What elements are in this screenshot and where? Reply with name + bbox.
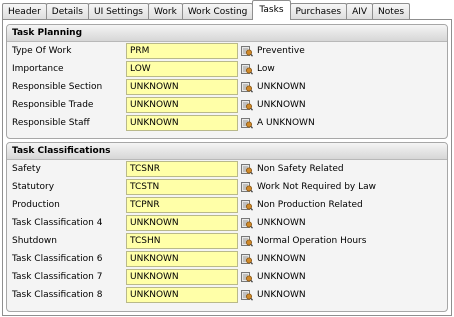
responsible-trade-label: Responsible Trade: [12, 100, 94, 110]
responsible-staff-field[interactable]: UNKNOWN: [126, 115, 238, 131]
lookup-icon[interactable]: [241, 289, 253, 301]
lookup-icon[interactable]: [241, 235, 253, 247]
task-classification-8-field[interactable]: UNKNOWN: [126, 287, 238, 303]
task-classification-6-description: UNKNOWN: [257, 254, 306, 264]
tab-work-costing[interactable]: Work Costing: [181, 3, 254, 20]
tab-tasks[interactable]: Tasks: [252, 0, 291, 20]
production-description: Non Production Related: [257, 200, 363, 210]
statutory-label: Statutory: [12, 182, 55, 192]
safety-field[interactable]: TCSNR: [126, 161, 238, 177]
form-row-responsible-section: Responsible Section UNKNOWN UNKNOWN: [7, 79, 447, 95]
lookup-icon[interactable]: [241, 163, 253, 175]
form-row-responsible-staff: Responsible Staff UNKNOWN A UNKNOWN: [7, 115, 447, 131]
responsible-section-description: UNKNOWN: [257, 82, 306, 92]
form-row-safety: Safety TCSNR Non Safety Related: [7, 161, 447, 177]
lookup-icon[interactable]: [241, 117, 253, 129]
safety-description: Non Safety Related: [257, 164, 344, 174]
task-classification-8-label: Task Classification 8: [12, 290, 103, 300]
production-label: Production: [12, 200, 60, 210]
importance-field[interactable]: LOW: [126, 61, 238, 77]
form-row-importance: Importance LOW Low: [7, 61, 447, 77]
lookup-icon[interactable]: [241, 81, 253, 93]
task-planning-section: Task Planning Type Of Work PRM Preventive I…: [6, 24, 448, 139]
tab-ui-settings[interactable]: UI Settings: [87, 3, 150, 20]
form-row-task-classification-8: Task Classification 8 UNKNOWN UNKNOWN: [7, 287, 447, 303]
responsible-staff-description: A UNKNOWN: [257, 118, 315, 128]
form-row-task-classification-6: Task Classification 6 UNKNOWN UNKNOWN: [7, 251, 447, 267]
section-title-task-classifications: Task Classifications: [7, 143, 447, 160]
lookup-icon[interactable]: [241, 45, 253, 57]
tab-work[interactable]: Work: [148, 3, 183, 20]
form-row-shutdown: Shutdown TCSHN Normal Operation Hours: [7, 233, 447, 249]
form-row-statutory: Statutory TCSTN Work Not Required by Law: [7, 179, 447, 195]
task-classifications-section: Task Classifications Safety TCSNR Non Safe…: [6, 142, 448, 312]
lookup-icon[interactable]: [241, 99, 253, 111]
task-classification-7-description: UNKNOWN: [257, 272, 306, 282]
responsible-staff-label: Responsible Staff: [12, 118, 90, 128]
shutdown-label: Shutdown: [12, 236, 57, 246]
responsible-trade-field[interactable]: UNKNOWN: [126, 97, 238, 113]
tab-notes[interactable]: Notes: [372, 3, 411, 20]
safety-label: Safety: [12, 164, 41, 174]
tab-bar: Header Details UI Settings Work Work Cos…: [2, 0, 454, 20]
lookup-icon[interactable]: [241, 63, 253, 75]
section-title-task-planning: Task Planning: [7, 25, 447, 42]
task-classification-7-field[interactable]: UNKNOWN: [126, 269, 238, 285]
task-classification-8-description: UNKNOWN: [257, 290, 306, 300]
lookup-icon[interactable]: [241, 217, 253, 229]
lookup-icon[interactable]: [241, 271, 253, 283]
task-classification-6-field[interactable]: UNKNOWN: [126, 251, 238, 267]
lookup-icon[interactable]: [241, 253, 253, 265]
task-classification-4-description: UNKNOWN: [257, 218, 306, 228]
form-row-production: Production TCPNR Non Production Related: [7, 197, 447, 213]
tab-aiv[interactable]: AIV: [346, 3, 374, 20]
responsible-trade-description: UNKNOWN: [257, 100, 306, 110]
form-row-task-classification-7: Task Classification 7 UNKNOWN UNKNOWN: [7, 269, 447, 285]
statutory-description: Work Not Required by Law: [257, 182, 376, 192]
responsible-section-label: Responsible Section: [12, 82, 103, 92]
form-row-type-of-work: Type Of Work PRM Preventive: [7, 43, 447, 59]
shutdown-field[interactable]: TCSHN: [126, 233, 238, 249]
statutory-field[interactable]: TCSTN: [126, 179, 238, 195]
tab-details[interactable]: Details: [45, 3, 89, 20]
task-classification-4-label: Task Classification 4: [12, 218, 103, 228]
form-row-responsible-trade: Responsible Trade UNKNOWN UNKNOWN: [7, 97, 447, 113]
importance-description: Low: [257, 64, 275, 74]
tab-header[interactable]: Header: [2, 3, 47, 20]
lookup-icon[interactable]: [241, 199, 253, 211]
shutdown-description: Normal Operation Hours: [257, 236, 367, 246]
form-row-task-classification-4: Task Classification 4 UNKNOWN UNKNOWN: [7, 215, 447, 231]
importance-label: Importance: [12, 64, 64, 74]
type-of-work-description: Preventive: [257, 46, 305, 56]
type-of-work-field[interactable]: PRM: [126, 43, 238, 59]
tab-purchases[interactable]: Purchases: [289, 3, 348, 20]
task-classification-6-label: Task Classification 6: [12, 254, 103, 264]
production-field[interactable]: TCPNR: [126, 197, 238, 213]
task-classification-7-label: Task Classification 7: [12, 272, 103, 282]
tasks-panel: Task Planning Type Of Work PRM Preventive I…: [2, 19, 452, 316]
task-classification-4-field[interactable]: UNKNOWN: [126, 215, 238, 231]
responsible-section-field[interactable]: UNKNOWN: [126, 79, 238, 95]
lookup-icon[interactable]: [241, 181, 253, 193]
type-of-work-label: Type Of Work: [12, 46, 72, 56]
